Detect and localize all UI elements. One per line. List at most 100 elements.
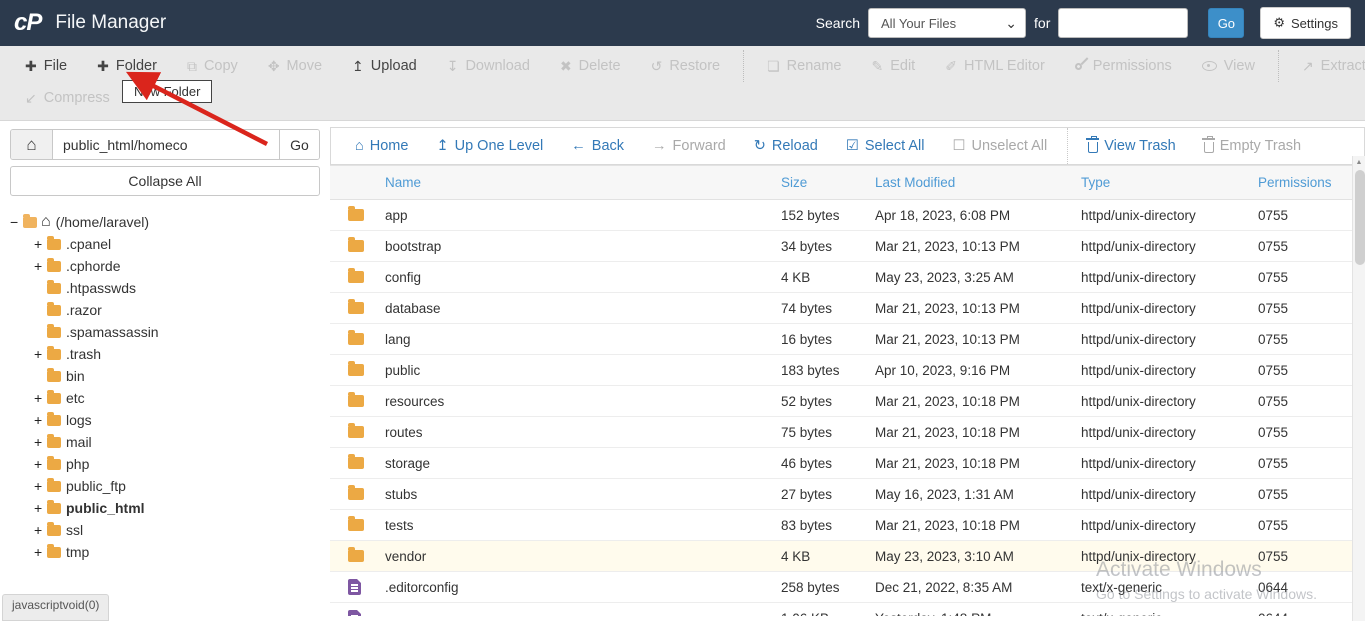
table-row-storage[interactable]: storage46 bytesMar 21, 2023, 10:18 PMhtt… [330,448,1365,479]
toolbar-item-rename[interactable]: ❏Rename [752,58,856,75]
cell-permissions: 0755 [1258,363,1365,378]
tree-item-htpasswds[interactable]: .htpasswds [10,277,320,299]
toolbar-item-restore[interactable]: ↺Restore [636,58,736,75]
tree-item-cpanel[interactable]: +.cpanel [10,233,320,255]
collapse-icon[interactable]: − [10,214,23,230]
home-directory-button[interactable]: ⌂ [11,130,53,159]
nav-item-home[interactable]: ⌂Home [341,138,422,154]
toolbar-item-edit[interactable]: ✎Edit [856,58,930,75]
toolbar-divider [1278,50,1279,82]
expand-icon[interactable]: + [34,346,47,362]
tree-item-php[interactable]: +php [10,453,320,475]
tree-item-spamassassin[interactable]: .spamassassin [10,321,320,343]
expand-icon[interactable]: + [34,544,47,560]
tree-item-public-ftp[interactable]: +public_ftp [10,475,320,497]
nav-item-reload[interactable]: ↻Reload [740,138,832,154]
column-header-name[interactable]: Name [385,175,781,190]
toolbar-item-label: Edit [890,58,915,74]
scroll-up-button[interactable]: ▲ [1353,156,1365,169]
toolbar-item-view[interactable]: View [1187,58,1270,74]
table-row-stubs[interactable]: stubs27 bytesMay 16, 2023, 1:31 AMhttpd/… [330,479,1365,510]
table-row-editorconfig[interactable]: .editorconfig258 bytesDec 21, 2022, 8:35… [330,572,1365,603]
expand-icon[interactable]: + [34,456,47,472]
expand-icon[interactable]: + [34,236,47,252]
expand-icon[interactable]: + [34,522,47,538]
table-row-public[interactable]: public183 bytesApr 10, 2023, 9:16 PMhttp… [330,355,1365,386]
toolbar-item-permissions[interactable]: Permissions [1060,58,1187,74]
toolbar-item-move[interactable]: ✥Move [253,58,337,75]
toolbar-item-extract[interactable]: ↗Extract [1287,58,1365,75]
table-row-config[interactable]: config4 KBMay 23, 2023, 3:25 AMhttpd/uni… [330,262,1365,293]
expand-icon[interactable]: + [34,478,47,494]
tree-item-label: .razor [66,302,102,318]
tree-item-tmp[interactable]: +tmp [10,541,320,563]
toolbar-item-compress[interactable]: ↙Compress [10,90,125,107]
table-row-vendor[interactable]: vendor4 KBMay 23, 2023, 3:10 AMhttpd/uni… [330,541,1365,572]
expand-icon[interactable]: + [34,258,47,274]
tree-item-razor[interactable]: .razor [10,299,320,321]
folder-icon [47,503,61,514]
path-input[interactable] [53,130,279,159]
column-header-type[interactable]: Type [1081,175,1258,190]
table-row-resources[interactable]: resources52 bytesMar 21, 2023, 10:18 PMh… [330,386,1365,417]
tree-item-mail[interactable]: +mail [10,431,320,453]
nav-item-empty-trash[interactable]: Empty Trash [1190,138,1315,154]
row-icon-cell [330,271,385,283]
toolbar-item-delete[interactable]: ✖Delete [545,58,636,75]
table-row-app[interactable]: app152 bytesApr 18, 2023, 6:08 PMhttpd/u… [330,200,1365,231]
toolbar-item-file[interactable]: ✚File [10,58,82,75]
expand-icon[interactable]: + [34,390,47,406]
nav-item-unselect-all[interactable]: ☐Unselect All [938,138,1061,154]
expand-icon[interactable]: + [34,434,47,450]
table-row[interactable]: 1.06 KBYesterday, 1:48 PMtext/x-generic0… [330,603,1365,616]
toolbar-item-label: Permissions [1093,58,1172,74]
path-go-button[interactable]: Go [279,130,319,159]
folder-icon [348,240,364,252]
table-row-database[interactable]: database74 bytesMar 21, 2023, 10:13 PMht… [330,293,1365,324]
nav-item-up-one-level[interactable]: ↥ Up One Level [422,138,557,154]
search-scope-select[interactable]: All Your Files ⌄ [868,8,1026,38]
settings-button[interactable]: ⚙ Settings [1260,7,1351,39]
cell-modified: May 23, 2023, 3:10 AM [875,549,1081,564]
search-input[interactable] [1058,8,1188,38]
cell-type: httpd/unix-directory [1081,270,1258,285]
vertical-scrollbar[interactable]: ▲ [1352,156,1365,621]
toolbar-item-folder[interactable]: ✚Folder [82,58,172,75]
toolbar-item-download[interactable]: ↧Download [432,58,545,75]
column-header-permissions[interactable]: Permissions [1258,175,1365,190]
search-go-button[interactable]: Go [1208,8,1244,38]
toolbar-item-label: Rename [787,58,842,74]
unselect-all-icon: ☐ [952,138,965,154]
toolbar-item-upload[interactable]: ↥Upload [337,58,432,75]
table-row-bootstrap[interactable]: bootstrap34 bytesMar 21, 2023, 10:13 PMh… [330,231,1365,262]
expand-icon[interactable]: + [34,412,47,428]
tree-item-etc[interactable]: +etc [10,387,320,409]
tree-item-logs[interactable]: +logs [10,409,320,431]
tree-item-ssl[interactable]: +ssl [10,519,320,541]
scrollbar-thumb[interactable] [1355,170,1365,265]
expand-icon[interactable]: + [34,500,47,516]
tree-item-cphorde[interactable]: +.cphorde [10,255,320,277]
table-row-tests[interactable]: tests83 bytesMar 21, 2023, 10:18 PMhttpd… [330,510,1365,541]
nav-item-forward[interactable]: →Forward [638,138,740,154]
collapse-all-button[interactable]: Collapse All [10,166,320,196]
toolbar-item-html-editor[interactable]: ✐HTML Editor [930,58,1060,75]
toolbar-item-label: Upload [371,58,417,74]
table-row-routes[interactable]: routes75 bytesMar 21, 2023, 10:18 PMhttp… [330,417,1365,448]
up-one-level-icon: ↥ [436,138,448,154]
trash-icon [1204,142,1214,153]
nav-item-select-all[interactable]: ☑Select All [832,138,939,154]
tree-item-trash[interactable]: +.trash [10,343,320,365]
table-row-lang[interactable]: lang16 bytesMar 21, 2023, 10:13 PMhttpd/… [330,324,1365,355]
toolbar-item-copy[interactable]: ⧉Copy [172,58,253,75]
column-header-last-modified[interactable]: Last Modified [875,175,1081,190]
nav-item-back[interactable]: ←Back [557,138,638,154]
nav-item-label: Forward [673,138,726,154]
tree-item-label: .htpasswds [66,280,136,296]
nav-item-label: Up One Level [455,138,544,154]
tree-item-public-html[interactable]: +public_html [10,497,320,519]
nav-item-view-trash[interactable]: View Trash [1074,138,1189,154]
column-header-size[interactable]: Size [781,175,875,190]
tree-root-home[interactable]: −⌂(/home/laravel) [10,211,320,233]
tree-item-bin[interactable]: bin [10,365,320,387]
